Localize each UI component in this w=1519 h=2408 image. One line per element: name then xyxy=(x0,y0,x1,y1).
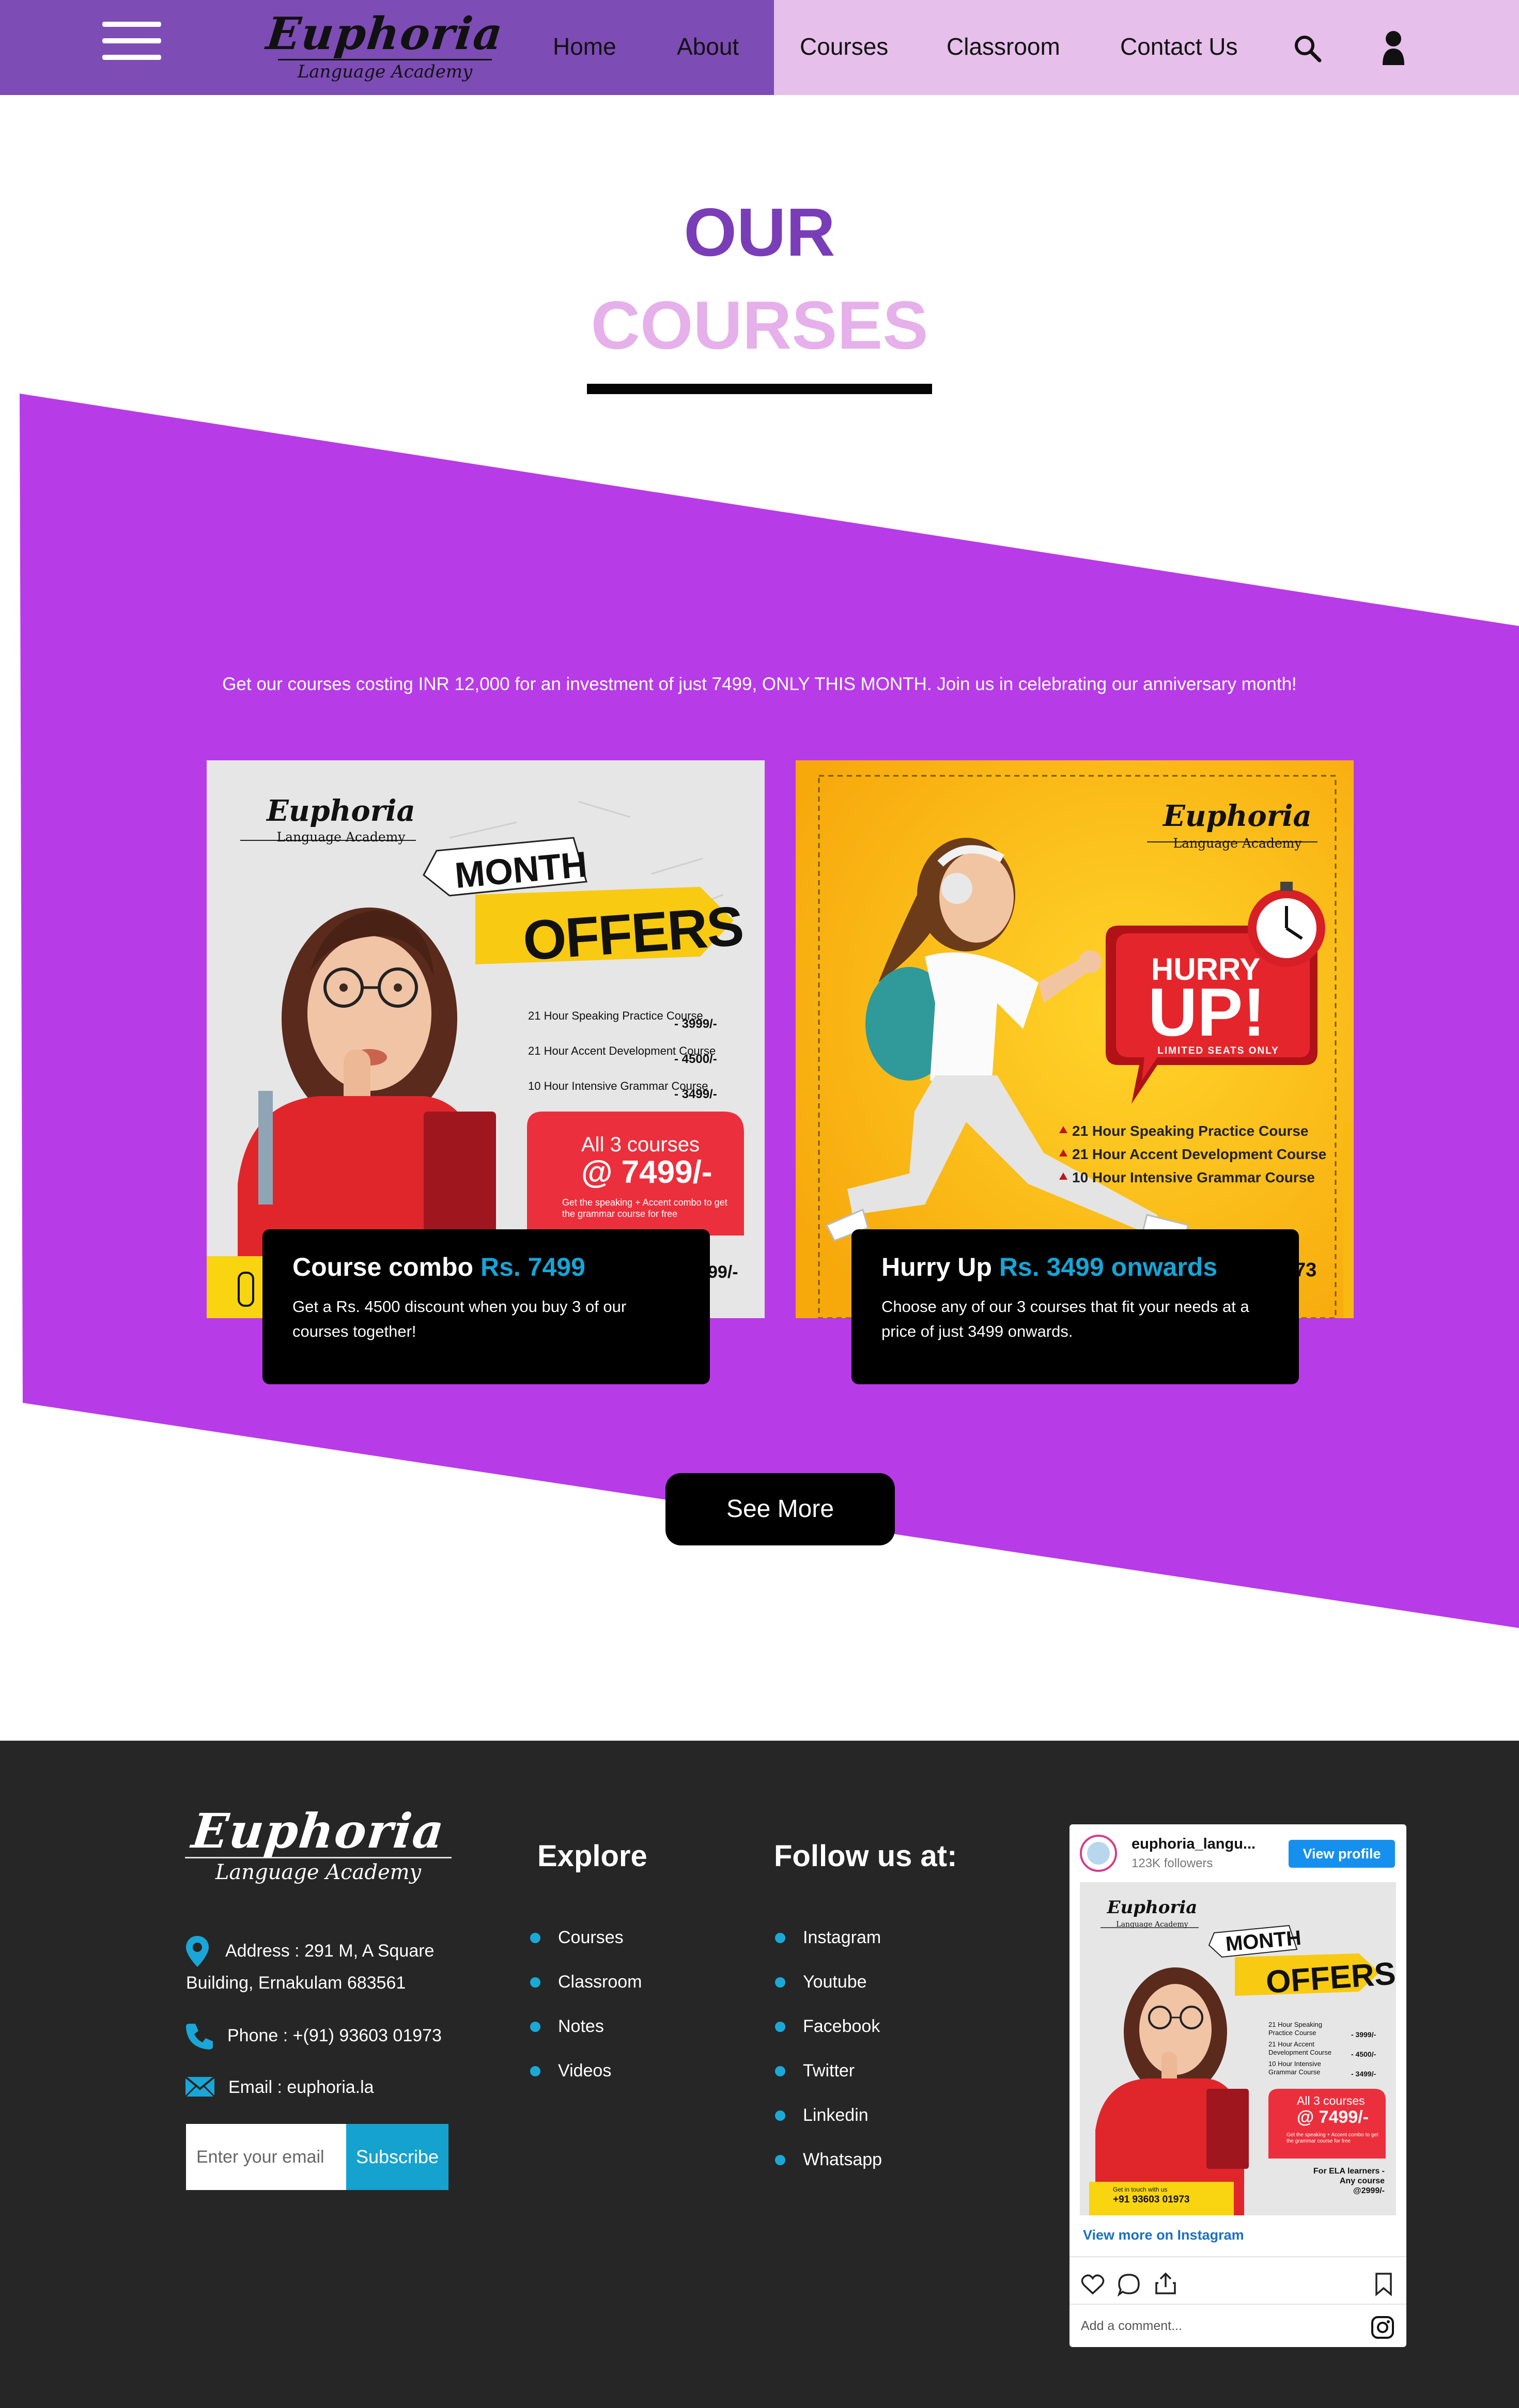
instagram-post-deal-line1: All 3 courses xyxy=(1297,2094,1365,2107)
footer-address-line2: Building, Ernakulam 683561 xyxy=(186,1973,406,1993)
instagram-post-deal-note: Get the speaking + Accent combo to get t… xyxy=(1287,2132,1378,2144)
poster2-logo: Euphoria Language Academy xyxy=(1163,799,1312,851)
view-more-instagram-link[interactable]: View more on Instagram xyxy=(1083,2227,1244,2243)
follow-link-linkedin[interactable]: Linkedin xyxy=(775,2102,882,2147)
explore-link-notes[interactable]: Notes xyxy=(530,2013,642,2058)
explore-list: Courses Classroom Notes Videos xyxy=(530,1925,642,2102)
heart-icon[interactable] xyxy=(1081,2274,1105,2295)
see-more-button[interactable]: See More xyxy=(665,1473,895,1545)
footer-phone: Phone : +(91) 93603 01973 xyxy=(227,2026,442,2045)
follow-heading: Follow us at: xyxy=(774,1839,957,1873)
course-combo-card[interactable]: Course combo Rs. 7499 Get a Rs. 4500 dis… xyxy=(262,1229,710,1384)
instagram-post-learners: For ELA learners - Any course @2999/- xyxy=(1313,2167,1385,2195)
promo-text: Get our courses costing INR 12,000 for a… xyxy=(222,674,1297,694)
poster-deal-price: @ 7499/- xyxy=(581,1154,712,1190)
follow-link-facebook[interactable]: Facebook xyxy=(775,2013,882,2058)
follow-link-youtube[interactable]: Youtube xyxy=(775,1969,882,2013)
nav-link-contact-us[interactable]: Contact Us xyxy=(1120,31,1238,62)
top-navigation: Euphoria Language Academy Home About Cou… xyxy=(0,0,1519,95)
hurry-up-title: Hurry Up Rs. 3499 onwards xyxy=(881,1250,1269,1284)
instagram-divider-top xyxy=(1070,2256,1406,2257)
subscribe-button[interactable]: Subscribe xyxy=(346,2124,448,2190)
follow-list: Instagram Youtube Facebook Twitter Linke… xyxy=(775,1925,882,2191)
svg-text:- 3499/-: - 3499/- xyxy=(674,1087,717,1101)
course-combo-price: Rs. 7499 xyxy=(480,1253,585,1281)
instagram-followers: 123K followers xyxy=(1132,1856,1213,1870)
phone-icon xyxy=(186,2024,213,2050)
subscribe-email-input[interactable] xyxy=(186,2124,346,2190)
bookmark-icon[interactable] xyxy=(1373,2272,1394,2296)
instagram-icon[interactable] xyxy=(1370,2315,1395,2340)
nav-logo-subtitle: Language Academy xyxy=(297,61,473,82)
footer: Euphoria Language Academy Address : 291 … xyxy=(0,1741,1519,2408)
user-icon[interactable] xyxy=(1382,30,1405,66)
follow-link-whatsapp[interactable]: Whatsapp xyxy=(775,2147,882,2191)
explore-heading: Explore xyxy=(537,1839,647,1873)
instagram-embed: euphoria_langu... 123K followers View pr… xyxy=(1070,1824,1406,2347)
follow-link-instagram[interactable]: Instagram xyxy=(775,1925,882,1969)
poster-deal-line1: All 3 courses xyxy=(581,1133,700,1156)
search-icon[interactable] xyxy=(1293,34,1322,63)
heading-our: OUR xyxy=(684,194,835,270)
instagram-post-prices: - 3999/- - 4500/- - 3499/- xyxy=(1351,2030,1376,2078)
heading-underline xyxy=(587,384,932,394)
poster-deal-note: Get the speaking + Accent combo to get t… xyxy=(562,1197,727,1219)
instagram-post-logo: Euphoria Language Academy xyxy=(1107,1897,1198,1929)
instagram-divider-bottom xyxy=(1070,2304,1406,2305)
footer-logo-subtitle: Language Academy xyxy=(215,1860,422,1884)
nav-link-about[interactable]: About xyxy=(677,31,739,62)
heading-courses: COURSES xyxy=(591,287,928,363)
page: Euphoria Language Academy Home About Cou… xyxy=(0,0,1519,2408)
instagram-post-deal-price: @ 7499/- xyxy=(1297,2107,1369,2127)
course-combo-title: Course combo Rs. 7499 xyxy=(292,1250,680,1284)
hurry-up-card[interactable]: Hurry Up Rs. 3499 onwards Choose any of … xyxy=(851,1229,1299,1384)
poster-logo: Euphoria Language Academy xyxy=(267,794,415,845)
svg-text:- 3999/-: - 3999/- xyxy=(674,1017,717,1031)
view-profile-button[interactable]: View profile xyxy=(1289,1840,1395,1868)
footer-email: Email : euphoria.la xyxy=(228,2077,374,2097)
email-icon xyxy=(185,2076,215,2097)
footer-address-line1: Address : 291 M, A Square xyxy=(225,1941,435,1961)
course-combo-description: Get a Rs. 4500 discount when you buy 3 o… xyxy=(292,1297,627,1340)
instagram-post-contact-phone: +91 93603 01973 xyxy=(1113,2194,1190,2205)
hurry-up-title-text: Hurry Up xyxy=(881,1253,992,1281)
instagram-post-contact-label: Get in touch with us xyxy=(1113,2186,1168,2193)
poster2-badge-up: UP! xyxy=(1148,974,1266,1050)
explore-link-classroom[interactable]: Classroom xyxy=(530,1969,642,2013)
poster-footer-price: 99/- xyxy=(708,1262,738,1282)
share-icon[interactable] xyxy=(1154,2272,1177,2295)
add-comment-input[interactable]: Add a comment... xyxy=(1081,2319,1182,2334)
nav-link-courses[interactable]: Courses xyxy=(800,31,888,62)
footer-logo-brand: Euphoria xyxy=(189,1803,447,1859)
nav-link-home[interactable]: Home xyxy=(553,31,616,62)
explore-link-courses[interactable]: Courses xyxy=(530,1925,642,1969)
comment-icon[interactable] xyxy=(1117,2273,1141,2296)
nav-link-classroom[interactable]: Classroom xyxy=(947,31,1060,62)
explore-link-videos[interactable]: Videos xyxy=(530,2058,642,2102)
poster2-course-list: 21 Hour Speaking Practice Course 21 Hour… xyxy=(1072,1123,1327,1185)
nav-logo-brand: Euphoria xyxy=(264,8,506,60)
hurry-up-description: Choose any of our 3 courses that fit you… xyxy=(881,1297,1249,1340)
course-combo-title-text: Course combo xyxy=(292,1253,474,1281)
svg-text:- 4500/-: - 4500/- xyxy=(674,1052,717,1066)
menu-icon[interactable] xyxy=(102,22,161,61)
instagram-handle[interactable]: euphoria_langu... xyxy=(1132,1836,1256,1853)
instagram-post-courses: 21 Hour Speaking Practice Course 21 Hour… xyxy=(1268,2021,1332,2076)
follow-link-twitter[interactable]: Twitter xyxy=(775,2058,882,2102)
instagram-avatar[interactable] xyxy=(1080,1835,1117,1872)
instagram-post-image[interactable]: Euphoria Language Academy MONTH OFFERS 2… xyxy=(1080,1882,1396,2215)
location-icon xyxy=(186,1936,209,1967)
poster2-badge-limited: LIMITED SEATS ONLY xyxy=(1157,1045,1279,1056)
footer-logo[interactable]: Euphoria Language Academy xyxy=(184,1803,453,1884)
hurry-up-price: Rs. 3499 onwards xyxy=(999,1253,1218,1281)
nav-logo[interactable]: Euphoria Language Academy xyxy=(264,8,506,87)
